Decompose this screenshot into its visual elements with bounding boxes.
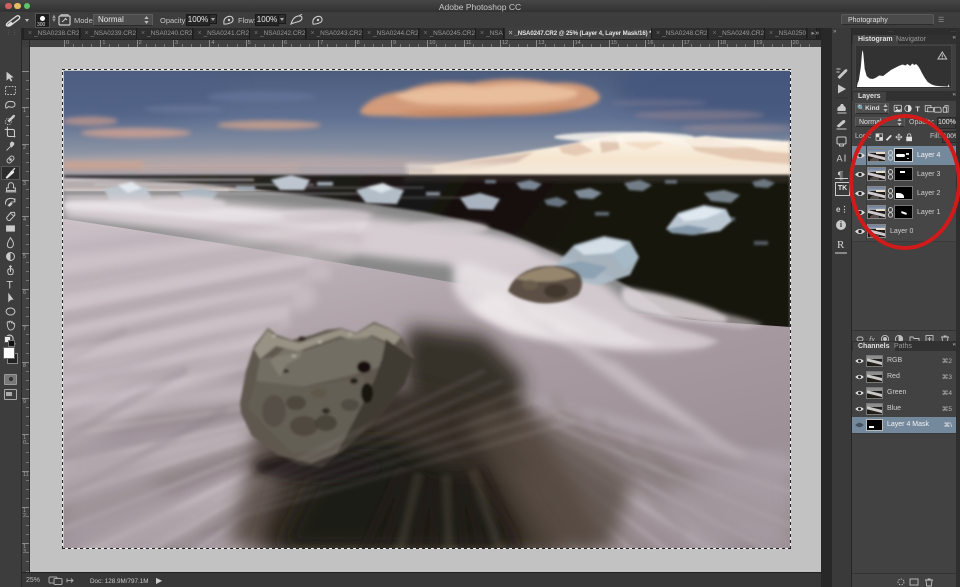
svg-text:T: T <box>7 279 14 291</box>
svg-text:¶: ¶ <box>838 170 844 182</box>
svg-text:A: A <box>837 154 843 164</box>
svg-text:T: T <box>915 104 920 113</box>
